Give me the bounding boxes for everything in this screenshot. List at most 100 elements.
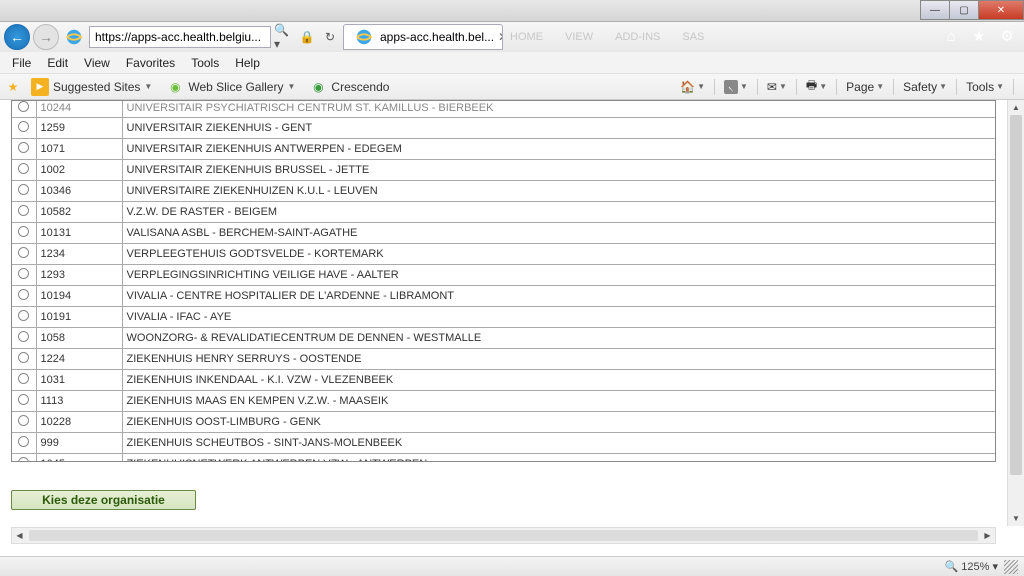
radio-button[interactable] — [18, 436, 29, 447]
radio-button[interactable] — [18, 310, 29, 321]
org-name: ZIEKENHUIS OOST-LIMBURG - GENK — [122, 412, 995, 433]
radio-button[interactable] — [18, 394, 29, 405]
radio-cell[interactable] — [12, 265, 36, 286]
radio-button[interactable] — [18, 247, 29, 258]
ie-icon — [65, 28, 83, 46]
radio-button[interactable] — [18, 268, 29, 279]
radio-cell[interactable] — [12, 181, 36, 202]
table-row: 10244UNIVERSITAIR PSYCHIATRISCH CENTRUM … — [12, 101, 995, 118]
status-bar: 🔍 125% ▾ — [0, 556, 1024, 576]
radio-button[interactable] — [18, 373, 29, 384]
back-button[interactable]: ← — [4, 24, 30, 50]
org-name: VIVALIA - IFAC - AYE — [122, 307, 995, 328]
menu-tools[interactable]: Tools — [183, 54, 227, 72]
menu-view[interactable]: View — [76, 54, 118, 72]
window-minimize-button[interactable]: — — [920, 0, 950, 20]
slice-icon: ◉ — [166, 78, 184, 96]
horizontal-scrollbar[interactable]: ◀ ▶ — [11, 527, 996, 544]
scroll-down-button[interactable]: ▼ — [1008, 511, 1024, 526]
scroll-right-button[interactable]: ▶ — [980, 528, 995, 543]
ssl-lock-icon[interactable]: 🔒 — [297, 27, 317, 47]
radio-button[interactable] — [18, 101, 29, 112]
radio-button[interactable] — [18, 331, 29, 342]
org-name: UNIVERSITAIRE ZIEKENHUIZEN K.U.L - LEUVE… — [122, 181, 995, 202]
favorites-button[interactable]: ★ — [966, 23, 992, 49]
radio-cell[interactable] — [12, 286, 36, 307]
radio-cell[interactable] — [12, 202, 36, 223]
print-cmd-button[interactable]: 🖶▼ — [801, 74, 832, 99]
org-id: 10131 — [36, 223, 122, 244]
scroll-thumb[interactable] — [1010, 115, 1022, 475]
page-cmd-button[interactable]: Page▼ — [841, 78, 889, 96]
radio-button[interactable] — [18, 184, 29, 195]
radio-cell[interactable] — [12, 454, 36, 463]
feeds-cmd-button[interactable]: ৲▼ — [719, 78, 753, 96]
menu-favorites[interactable]: Favorites — [118, 54, 183, 72]
suggested-sites-button[interactable]: ▶ Suggested Sites▼ — [26, 76, 157, 98]
org-name: ZIEKENHUIS INKENDAAL - K.I. VZW - VLEZEN… — [122, 370, 995, 391]
table-row: 1224ZIEKENHUIS HENRY SERRUYS - OOSTENDE — [12, 349, 995, 370]
address-bar[interactable]: https://apps-acc.health.belgiu... — [89, 26, 271, 48]
table-row: 1071UNIVERSITAIR ZIEKENHUIS ANTWERPEN - … — [12, 139, 995, 160]
menu-edit[interactable]: Edit — [39, 54, 76, 72]
radio-cell[interactable] — [12, 101, 36, 118]
scroll-left-button[interactable]: ◀ — [12, 528, 27, 543]
radio-cell[interactable] — [12, 139, 36, 160]
browser-tab[interactable]: apps-acc.health.bel... ✕ — [343, 24, 503, 50]
org-id: 10346 — [36, 181, 122, 202]
forward-button[interactable]: → — [33, 24, 59, 50]
home-cmd-button[interactable]: 🏠▼ — [675, 78, 710, 96]
org-name: VERPLEEGTEHUIS GODTSVELDE - KORTEMARK — [122, 244, 995, 265]
org-id: 1045 — [36, 454, 122, 463]
radio-cell[interactable] — [12, 160, 36, 181]
safety-cmd-button[interactable]: Safety▼ — [898, 78, 952, 96]
url-text: https://apps-acc.health.belgiu... — [95, 30, 261, 44]
fav-star-icon[interactable]: ★ — [4, 78, 22, 96]
radio-cell[interactable] — [12, 349, 36, 370]
web-slice-gallery-button[interactable]: ◉ Web Slice Gallery▼ — [161, 76, 300, 98]
table-row: 1259UNIVERSITAIR ZIEKENHUIS - GENT — [12, 118, 995, 139]
page-content: 10244UNIVERSITAIR PSYCHIATRISCH CENTRUM … — [0, 100, 1024, 556]
radio-cell[interactable] — [12, 244, 36, 265]
radio-button[interactable] — [18, 289, 29, 300]
radio-button[interactable] — [18, 352, 29, 363]
radio-button[interactable] — [18, 226, 29, 237]
radio-cell[interactable] — [12, 370, 36, 391]
home-button[interactable]: ⌂ — [938, 23, 964, 49]
radio-button[interactable] — [18, 205, 29, 216]
radio-cell[interactable] — [12, 433, 36, 454]
zoom-level[interactable]: 🔍 125% ▾ — [945, 560, 998, 573]
radio-cell[interactable] — [12, 118, 36, 139]
radio-cell[interactable] — [12, 223, 36, 244]
radio-button[interactable] — [18, 163, 29, 174]
menu-help[interactable]: Help — [227, 54, 268, 72]
radio-cell[interactable] — [12, 391, 36, 412]
scroll-thumb[interactable] — [29, 530, 978, 541]
choose-organisation-button[interactable]: Kies deze organisatie — [11, 490, 196, 510]
window-close-button[interactable]: ✕ — [978, 0, 1024, 20]
search-dropdown-button[interactable]: 🔍 ▾ — [274, 27, 294, 47]
radio-cell[interactable] — [12, 307, 36, 328]
refresh-button[interactable]: ↻ — [320, 27, 340, 47]
radio-cell[interactable] — [12, 412, 36, 433]
org-name: UNIVERSITAIR ZIEKENHUIS - GENT — [122, 118, 995, 139]
play-icon: ▶ — [31, 78, 49, 96]
radio-button[interactable] — [18, 415, 29, 426]
vertical-scrollbar[interactable]: ▲ ▼ — [1007, 100, 1024, 526]
radio-button[interactable] — [18, 457, 29, 462]
radio-cell[interactable] — [12, 328, 36, 349]
window-maximize-button[interactable]: ▢ — [949, 0, 979, 20]
radio-button[interactable] — [18, 142, 29, 153]
mail-cmd-button[interactable]: ✉▼ — [762, 78, 792, 96]
crescendo-link[interactable]: ◉ Crescendo — [304, 76, 394, 98]
tab-close-button[interactable]: ✕ — [498, 30, 503, 44]
table-row: 1234VERPLEEGTEHUIS GODTSVELDE - KORTEMAR… — [12, 244, 995, 265]
settings-button[interactable]: ⚙ — [994, 23, 1020, 49]
scroll-up-button[interactable]: ▲ — [1008, 100, 1024, 115]
radio-button[interactable] — [18, 121, 29, 132]
menu-file[interactable]: File — [4, 54, 39, 72]
command-bar: 🏠▼ ৲▼ ✉▼ 🖶▼ Page▼ Safety▼ Tools▼ — [675, 74, 1016, 99]
org-id: 10228 — [36, 412, 122, 433]
resize-grip[interactable] — [1004, 560, 1018, 574]
tools-cmd-button[interactable]: Tools▼ — [961, 78, 1009, 96]
